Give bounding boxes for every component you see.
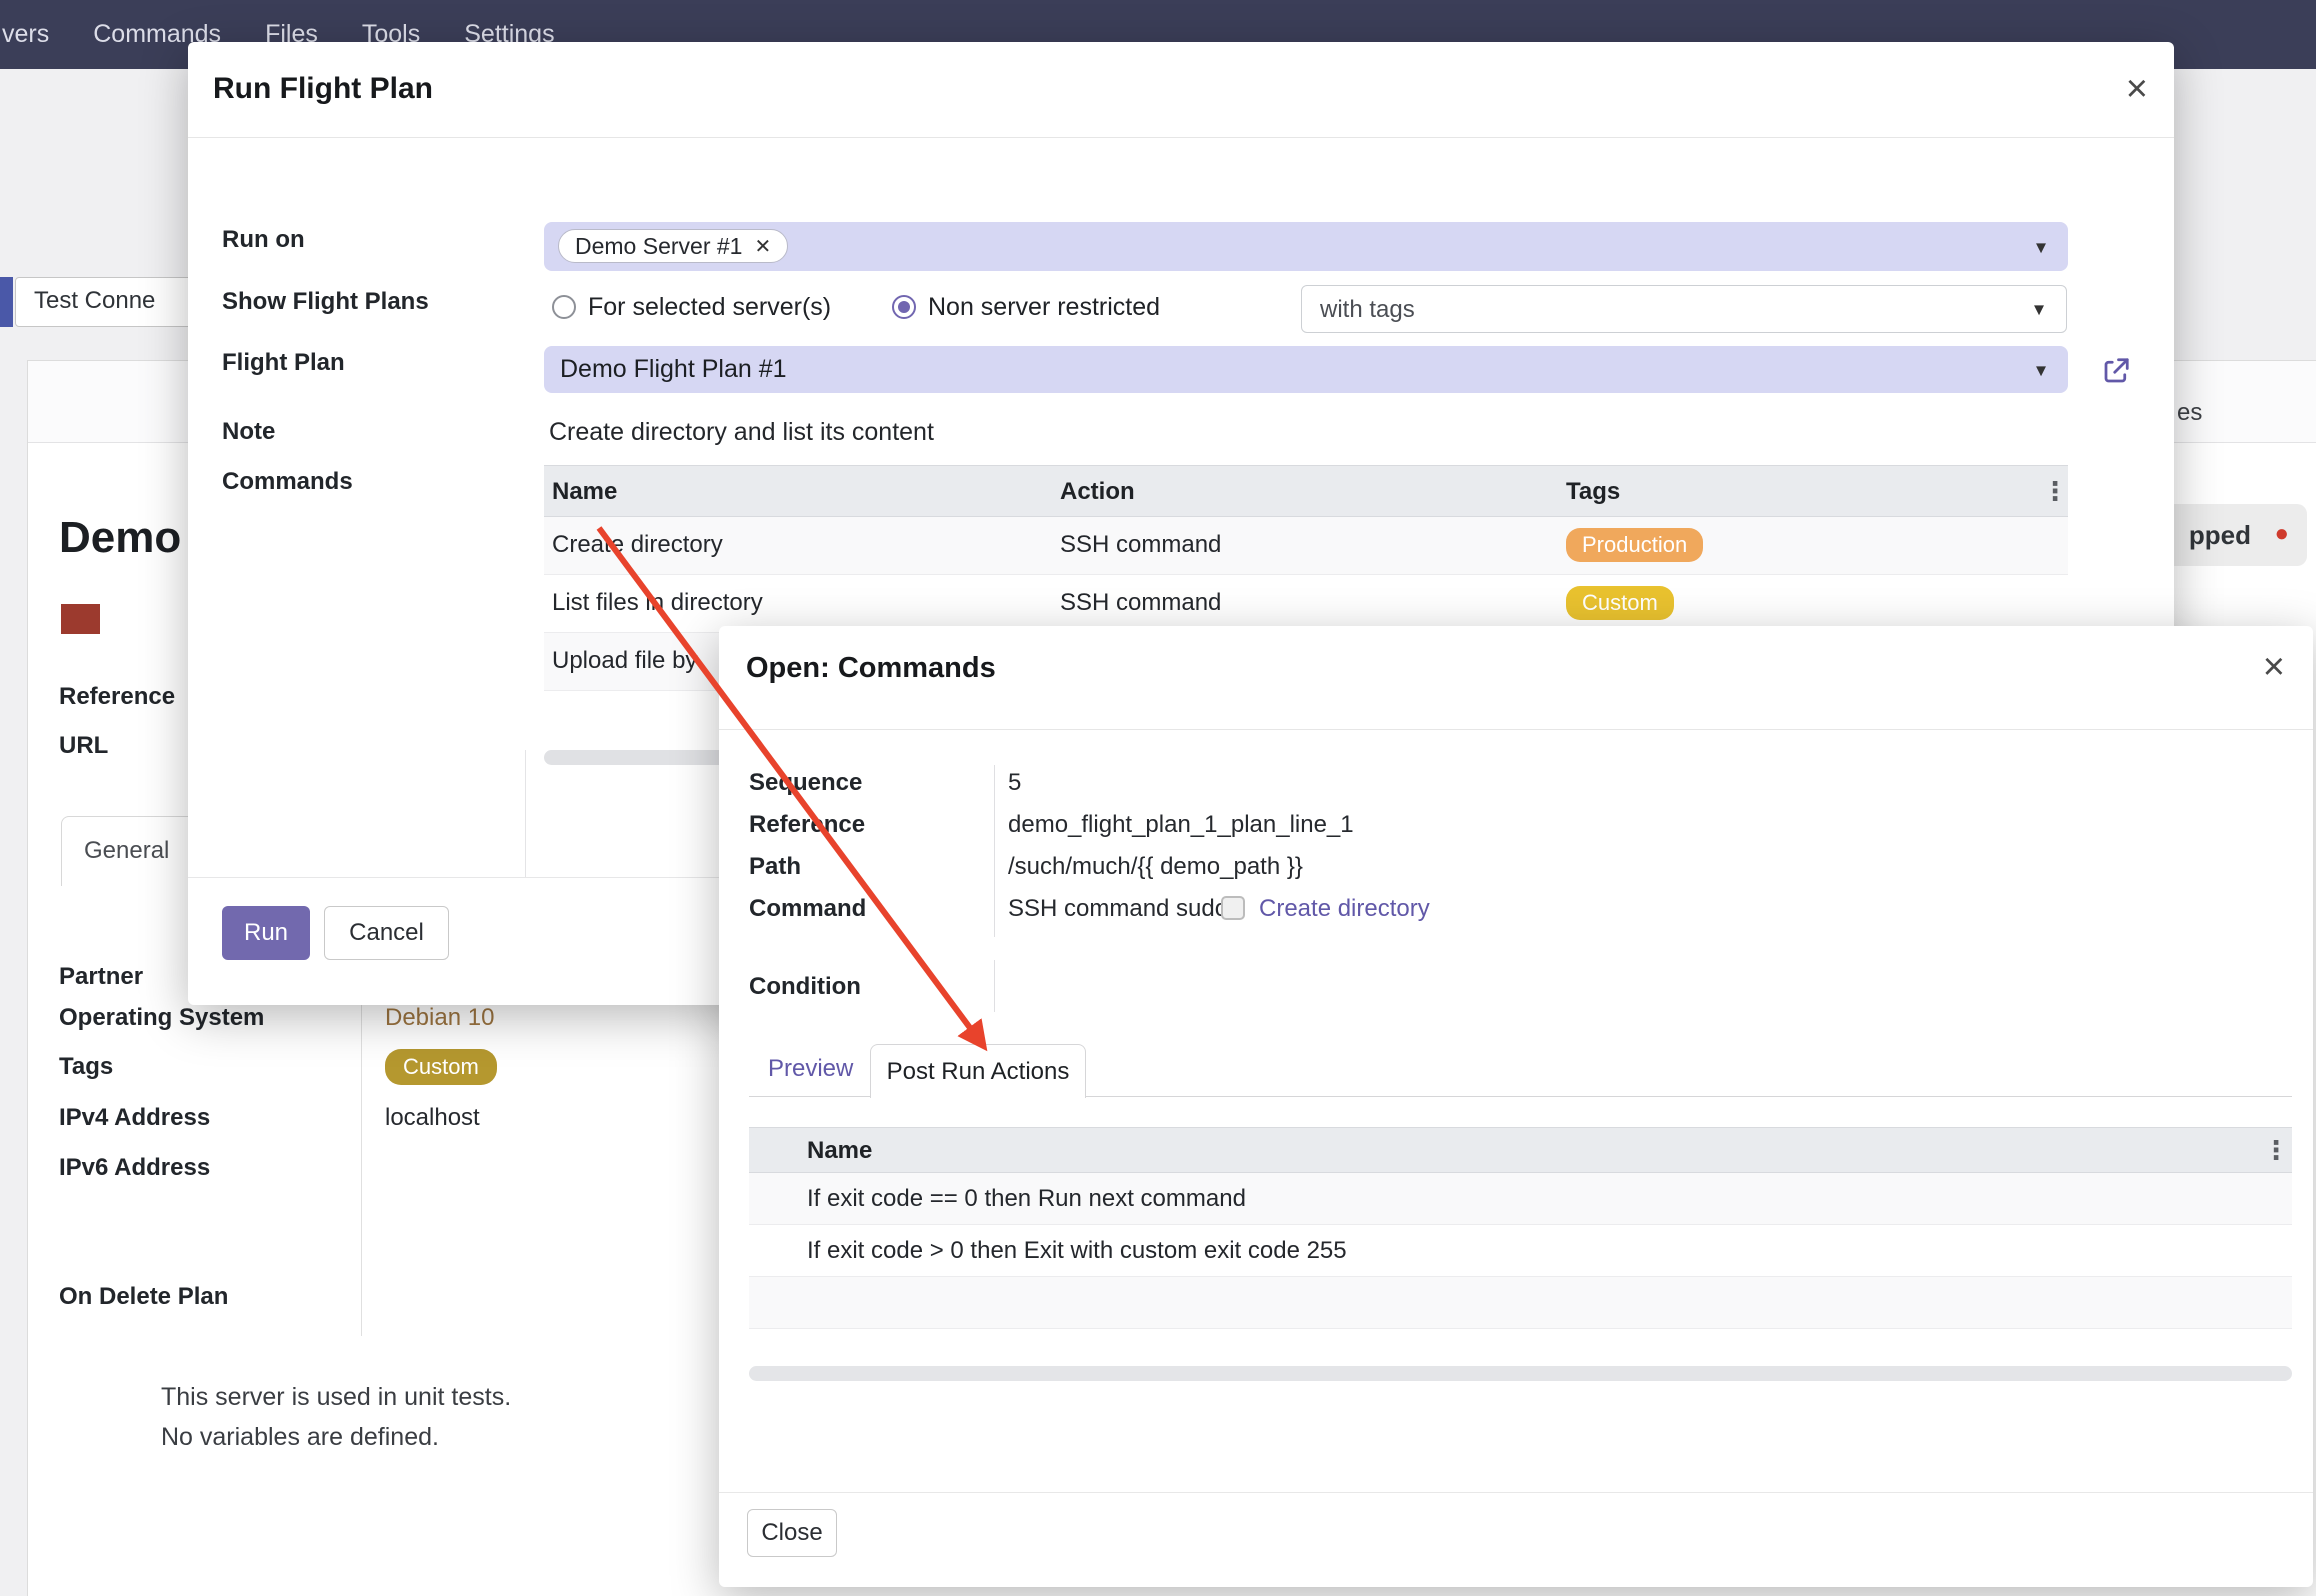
value-ipv4: localhost — [385, 1104, 480, 1132]
table-header: Name Action Tags ⋮ — [544, 465, 2068, 517]
tag-badge: Production — [1566, 528, 1703, 562]
statusbar-text-fragment: es — [2177, 399, 2202, 427]
label-commands: Commands — [222, 468, 353, 496]
server-tag-label: Demo Server #1 — [575, 233, 742, 260]
radio-for-selected-servers-label[interactable]: For selected server(s) — [588, 293, 831, 322]
table-row[interactable]: If exit code > 0 then Exit with custom e… — [749, 1225, 2292, 1277]
record-title: Demo — [59, 513, 181, 563]
label-reference: Reference — [749, 811, 865, 839]
label-note: Note — [222, 418, 275, 446]
close-icon[interactable]: × — [2126, 70, 2148, 108]
tab-post-run-actions[interactable]: Post Run Actions — [870, 1044, 1086, 1098]
value-command: SSH command sudo — [1008, 895, 1228, 923]
section-divider — [525, 750, 526, 877]
left-edge-button-fragment[interactable] — [0, 277, 13, 327]
cell-name: If exit code > 0 then Exit with custom e… — [807, 1237, 1347, 1265]
label-tags: Tags — [59, 1053, 113, 1081]
column-name[interactable]: Name — [552, 478, 617, 506]
table-row[interactable]: List files in directory SSH command Cust… — [544, 575, 2068, 633]
cell-name: List files in directory — [552, 589, 763, 617]
create-directory-link[interactable]: Create directory — [1259, 895, 1430, 923]
tags-badge: Custom — [385, 1049, 497, 1085]
dropdown-caret-icon[interactable]: ▾ — [2036, 357, 2046, 382]
table-row[interactable]: Create directory SSH command Production — [544, 517, 2068, 575]
radio-non-server-restricted-label[interactable]: Non server restricted — [928, 293, 1160, 322]
table-hscrollbar[interactable] — [749, 1366, 2292, 1381]
close-button[interactable]: Close — [747, 1509, 837, 1557]
label-run-on: Run on — [222, 226, 305, 254]
radio-for-selected-servers[interactable] — [552, 295, 576, 319]
value-sequence: 5 — [1008, 769, 1021, 797]
run-on-field[interactable]: Demo Server #1 ✕ ▾ — [544, 222, 2068, 271]
value-operating-system[interactable]: Debian 10 — [385, 1004, 494, 1032]
table-options-icon[interactable]: ⋮ — [2042, 478, 2068, 504]
cell-action: SSH command — [1060, 531, 1221, 559]
radio-non-server-restricted[interactable] — [892, 295, 916, 319]
field-divider — [994, 960, 995, 1012]
value-path: /such/much/{{ demo_path }} — [1008, 853, 1303, 881]
column-tags[interactable]: Tags — [1566, 478, 1620, 506]
cell-name: Upload file by — [552, 647, 697, 675]
table-options-icon[interactable]: ⋮ — [2263, 1137, 2289, 1163]
label-url: URL — [59, 732, 108, 760]
label-condition: Condition — [749, 973, 861, 1001]
plan-note-text: Create directory and list its content — [549, 418, 934, 447]
label-show-flight-plans: Show Flight Plans — [222, 288, 429, 316]
label-command: Command — [749, 895, 866, 923]
modal-header: Open: Commands × — [719, 626, 2313, 730]
label-reference: Reference — [59, 683, 175, 711]
tag-badge: Custom — [1566, 586, 1674, 620]
with-tags-value: with tags — [1320, 296, 1415, 324]
with-tags-select[interactable]: with tags ▾ — [1301, 285, 2067, 333]
label-partner: Partner — [59, 963, 143, 991]
value-reference: demo_flight_plan_1_plan_line_1 — [1008, 811, 1354, 839]
modal-title: Open: Commands — [746, 652, 996, 685]
column-action[interactable]: Action — [1060, 478, 1135, 506]
status-dot-icon: ● — [2275, 520, 2290, 548]
label-path: Path — [749, 853, 801, 881]
label-flight-plan: Flight Plan — [222, 349, 345, 377]
field-divider — [994, 765, 995, 937]
status-badge-fragment: pped — [2189, 520, 2251, 551]
open-commands-modal: Open: Commands × Sequence 5 Reference de… — [719, 626, 2313, 1587]
label-sequence: Sequence — [749, 769, 862, 797]
cancel-button[interactable]: Cancel — [324, 906, 449, 960]
run-button[interactable]: Run — [222, 906, 310, 960]
group-divider — [361, 961, 362, 1336]
modal-header: Run Flight Plan × — [188, 42, 2174, 138]
dropdown-caret-icon[interactable]: ▾ — [2034, 297, 2044, 322]
table-row-empty — [749, 1277, 2292, 1329]
label-ipv6: IPv6 Address — [59, 1154, 210, 1182]
flight-plan-value: Demo Flight Plan #1 — [560, 355, 787, 384]
open-record-icon[interactable] — [2101, 356, 2131, 386]
tab-preview[interactable]: Preview — [768, 1055, 853, 1083]
label-operating-system: Operating System — [59, 1004, 264, 1032]
table-header: Name ⋮ — [749, 1127, 2292, 1173]
color-swatch — [61, 604, 100, 634]
nav-item-servers[interactable]: vers — [2, 20, 49, 49]
remove-tag-icon[interactable]: ✕ — [754, 234, 771, 259]
post-run-actions-table: Name ⋮ If exit code == 0 then Run next c… — [749, 1127, 2292, 1329]
label-on-delete-plan: On Delete Plan — [59, 1283, 228, 1311]
screen: vers Commands Files Tools Settings Test … — [0, 0, 2316, 1596]
table-row[interactable]: If exit code == 0 then Run next command — [749, 1173, 2292, 1225]
dropdown-caret-icon[interactable]: ▾ — [2036, 234, 2046, 259]
cell-name: Create directory — [552, 531, 723, 559]
cell-action: SSH command — [1060, 589, 1221, 617]
column-name[interactable]: Name — [807, 1137, 872, 1165]
unit-test-note-line2: No variables are defined. — [161, 1423, 439, 1452]
label-ipv4: IPv4 Address — [59, 1104, 210, 1132]
server-tag-chip[interactable]: Demo Server #1 ✕ — [558, 229, 788, 263]
flight-plan-select[interactable]: Demo Flight Plan #1 ▾ — [544, 346, 2068, 393]
footer-divider — [719, 1492, 2313, 1493]
close-icon[interactable]: × — [2263, 648, 2285, 686]
unit-test-note-line1: This server is used in unit tests. — [161, 1383, 511, 1412]
cell-name: If exit code == 0 then Run next command — [807, 1185, 1246, 1213]
create-directory-checkbox[interactable] — [1221, 896, 1245, 920]
modal-title: Run Flight Plan — [213, 72, 433, 106]
